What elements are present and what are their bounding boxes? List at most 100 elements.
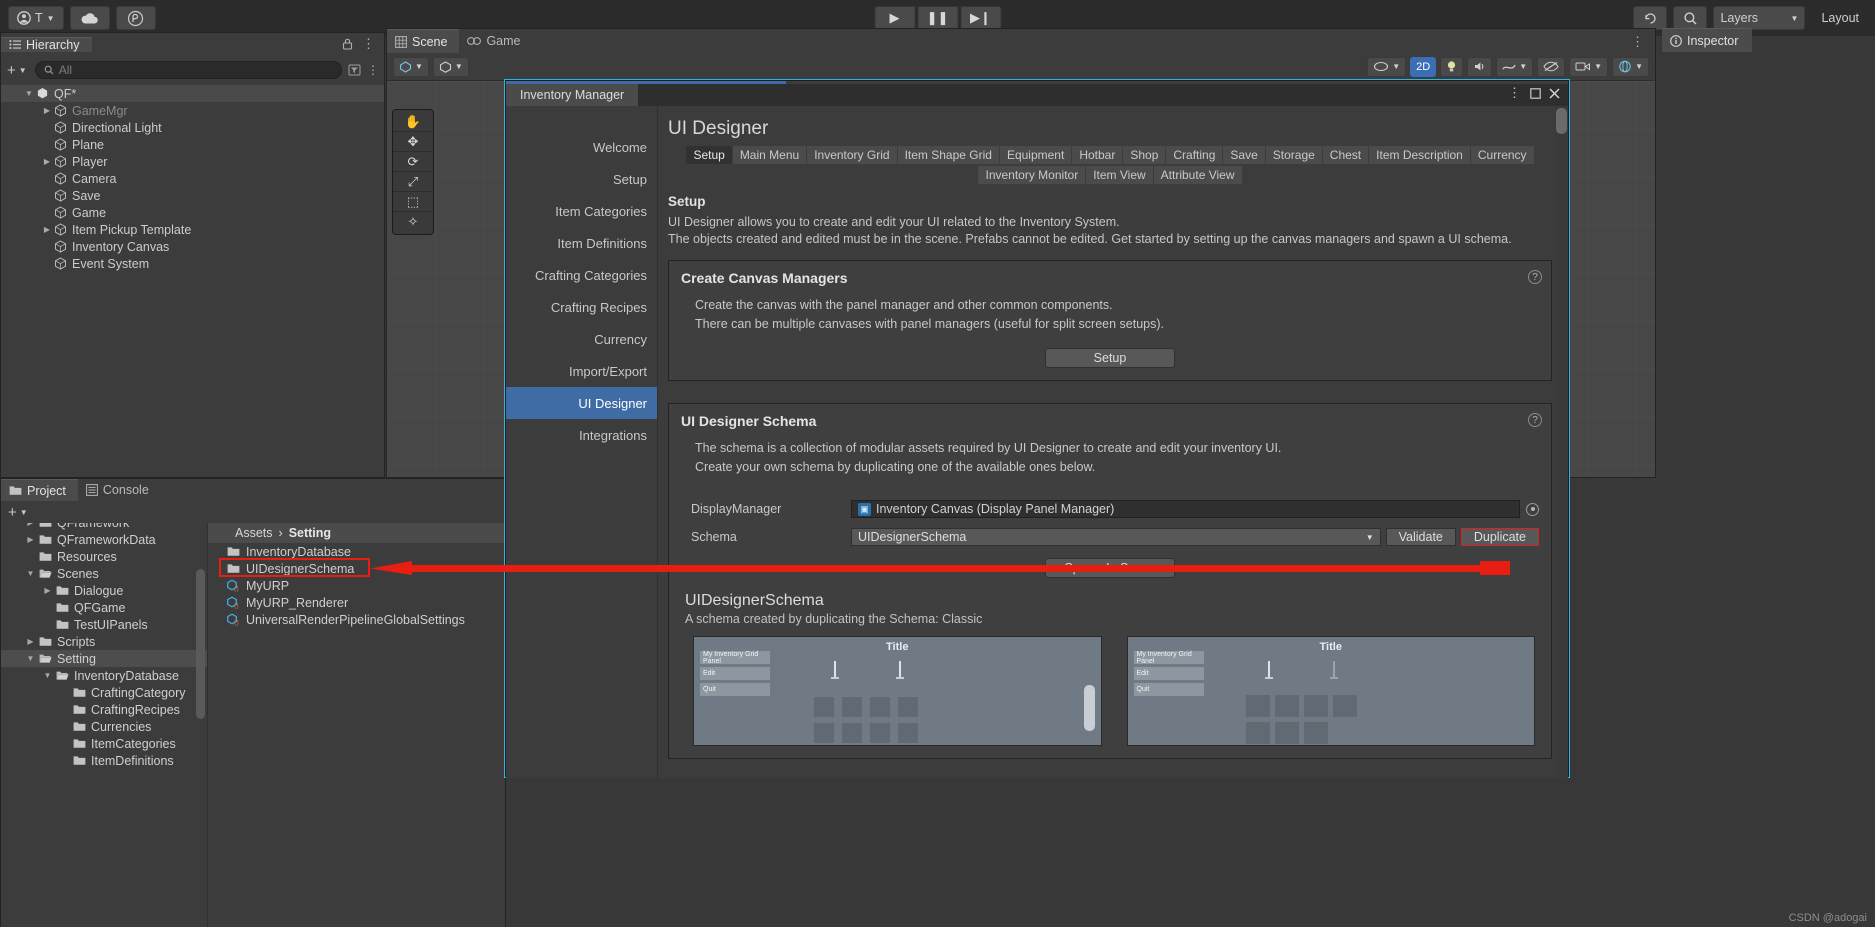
toggle-gizmos[interactable]: ▼ [1612, 56, 1649, 77]
display-manager-object-field[interactable]: ▣ Inventory Canvas (Display Panel Manage… [851, 500, 1520, 518]
sidebar-item-welcome[interactable]: Welcome [506, 131, 657, 163]
sidebar-item-crafting-recipes[interactable]: Crafting Recipes [506, 291, 657, 323]
ui-tab-attribute-view[interactable]: Attribute View [1153, 166, 1242, 184]
ui-tab-item-shape-grid[interactable]: Item Shape Grid [897, 146, 999, 164]
ui-tab-inventory-grid[interactable]: Inventory Grid [807, 146, 897, 164]
ui-designer-tabs-row1[interactable]: Setup Main Menu Inventory Grid Item Shape G… [666, 146, 1554, 164]
cloud-button[interactable] [69, 6, 110, 30]
hierarchy-item[interactable]: ▶ GameMgr [1, 102, 384, 119]
project-tree-item[interactable]: ▼ InventoryDatabase [1, 667, 207, 684]
scene-transform-tools[interactable]: ✋ ✥ ⟳ ⤢ ⬚ ✧ [392, 109, 434, 235]
ui-tab-hotbar[interactable]: Hotbar [1072, 146, 1123, 164]
hierarchy-search-input[interactable]: All [34, 61, 342, 79]
project-tree-item[interactable]: ▼ Setting [1, 650, 207, 667]
project-tree-item[interactable]: Resources [1, 548, 207, 565]
project-tree-item[interactable]: TestUIPanels [1, 616, 207, 633]
hierarchy-item[interactable]: ▶ Item Pickup Template [1, 221, 384, 238]
sidebar-item-setup[interactable]: Setup [506, 163, 657, 195]
project-tree-item[interactable]: ▶ QFramework [1, 523, 207, 531]
project-folder-tree[interactable]: ▶ QFramework ▶ QFrameworkData Resources ▼ Scen… [1, 523, 208, 927]
disclosure-triangle-icon[interactable]: ▶ [24, 523, 37, 527]
project-tree-item[interactable]: ▶ Scripts [1, 633, 207, 650]
kebab-menu-icon[interactable]: ⋮ [362, 36, 376, 52]
disclosure-triangle-icon[interactable]: ▶ [41, 157, 53, 166]
layers-dropdown[interactable]: Layers ▼ [1713, 6, 1806, 30]
tab-hierarchy[interactable]: Hierarchy [1, 36, 92, 52]
spawn-in-scene-button[interactable]: Spawn In Scene [1045, 558, 1175, 578]
kebab-menu-icon[interactable]: ⋮ [1508, 85, 1522, 101]
sidebar-item-crafting-categories[interactable]: Crafting Categories [506, 259, 657, 291]
scene-tabbar[interactable]: Scene Game [387, 29, 1655, 53]
project-tree-item[interactable]: Currencies [1, 718, 207, 735]
hierarchy-item[interactable]: Game [1, 204, 384, 221]
kebab-menu-icon[interactable]: ⋮ [1631, 34, 1645, 50]
project-tree-item[interactable]: ItemDefinitions [1, 752, 207, 769]
tab-inspector[interactable]: Inspector [1662, 28, 1753, 52]
toggle-scene-visibility[interactable] [1537, 56, 1566, 77]
hierarchy-item[interactable]: Camera [1, 170, 384, 187]
toggle-lighting[interactable] [1440, 56, 1464, 77]
tab-project[interactable]: Project [1, 479, 78, 501]
project-tree-item[interactable]: CraftingCategory [1, 684, 207, 701]
project-tree-item[interactable]: ▼ Scenes [1, 565, 207, 582]
disclosure-triangle-icon[interactable]: ▼ [24, 654, 37, 663]
ui-tab-equipment[interactable]: Equipment [999, 146, 1072, 164]
collab-button[interactable] [115, 6, 156, 30]
tool-handle-mode[interactable]: ▼ [432, 56, 469, 77]
account-button[interactable]: T ▼ [8, 6, 64, 30]
hierarchy-tree[interactable]: ▼ QF* ▶ GameMgr Directional Light Plane ▶ Playe… [1, 85, 384, 477]
hierarchy-item[interactable]: Plane [1, 136, 384, 153]
sidebar-item-import-export[interactable]: Import/Export [506, 355, 657, 387]
project-create-button[interactable]: + ▼ [6, 504, 30, 521]
disclosure-triangle-icon[interactable]: ▶ [41, 106, 53, 115]
validate-button[interactable]: Validate [1385, 528, 1456, 546]
schema-dropdown[interactable]: UIDesignerSchema ▼ [851, 528, 1381, 546]
ui-tab-item-description[interactable]: Item Description [1369, 146, 1470, 164]
close-icon[interactable] [1549, 88, 1560, 99]
rotate-tool[interactable]: ⟳ [393, 152, 433, 172]
ui-tab-shop[interactable]: Shop [1123, 146, 1166, 164]
breadcrumb-current[interactable]: Setting [289, 526, 331, 540]
disclosure-triangle-icon[interactable]: ▼ [41, 671, 54, 680]
hierarchy-item[interactable]: Inventory Canvas [1, 238, 384, 255]
pause-button[interactable]: ❚❚ [917, 6, 958, 30]
help-icon[interactable]: ? [1528, 413, 1542, 427]
file-rows[interactable]: InventoryDatabase UIDesignerSchema() MyURP… [208, 543, 505, 628]
breadcrumb[interactable]: Assets › Setting [208, 523, 505, 543]
sidebar-item-currency[interactable]: Currency [506, 323, 657, 355]
schema-preview-a[interactable]: Title My Inventory Grid Panel Edit Quit [693, 636, 1102, 746]
ui-tab-chest[interactable]: Chest [1322, 146, 1369, 164]
sidebar-item-item-definitions[interactable]: Item Definitions [506, 227, 657, 259]
ui-tab-storage[interactable]: Storage [1265, 146, 1322, 164]
transform-tool[interactable]: ✧ [393, 212, 433, 232]
disclosure-triangle-icon[interactable]: ▶ [24, 535, 37, 544]
lock-icon[interactable] [342, 38, 353, 50]
breadcrumb-root[interactable]: Assets [235, 526, 273, 540]
disclosure-triangle-icon[interactable]: ▼ [23, 89, 35, 98]
sidebar-item-item-categories[interactable]: Item Categories [506, 195, 657, 227]
hand-tool[interactable]: ✋ [393, 112, 433, 132]
project-tree-item[interactable]: ItemCategories [1, 735, 207, 752]
disclosure-triangle-icon[interactable]: ▼ [24, 569, 37, 578]
file-list-item[interactable]: () MyURP [208, 577, 505, 594]
object-picker-button[interactable] [1526, 502, 1539, 516]
file-list-item[interactable]: () UniversalRenderPipelineGlobalSettings [208, 611, 505, 628]
tab-inventory-manager[interactable]: Inventory Manager [506, 84, 639, 106]
tab-console[interactable]: Console [77, 479, 161, 501]
file-list-item[interactable]: () MyURP_Renderer [208, 594, 505, 611]
tool-pivot-mode[interactable]: ▼ [393, 56, 429, 77]
tab-game[interactable]: Game [459, 29, 533, 53]
hierarchy-item[interactable]: Event System [1, 255, 384, 272]
tab-scene[interactable]: Scene [387, 29, 460, 53]
toggle-fx[interactable]: ▼ [1496, 56, 1534, 77]
ui-tab-main-menu[interactable]: Main Menu [732, 146, 807, 164]
help-icon[interactable]: ? [1528, 270, 1542, 284]
ui-tab-setup[interactable]: Setup [686, 146, 732, 164]
shading-mode-dropdown[interactable]: ▼ [1367, 56, 1407, 77]
schema-preview-b[interactable]: Title My Inventory Grid Panel Edit Quit [1126, 636, 1535, 746]
ui-tab-inventory-monitor[interactable]: Inventory Monitor [978, 166, 1086, 184]
filter-icon[interactable] [348, 64, 361, 76]
toggle-audio[interactable] [1467, 56, 1493, 77]
disclosure-triangle-icon[interactable]: ▶ [24, 637, 37, 646]
project-tabbar[interactable]: Project Console [1, 479, 505, 501]
